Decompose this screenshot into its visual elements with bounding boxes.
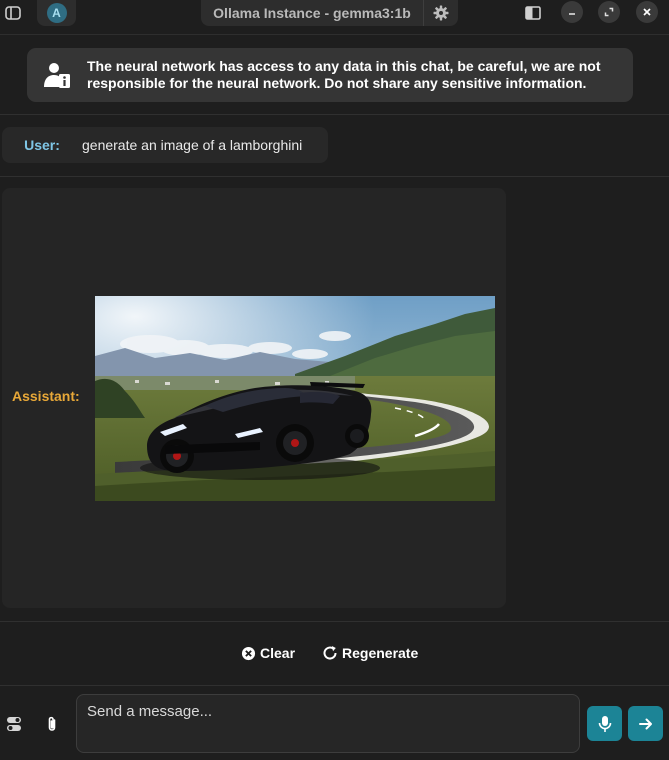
microphone-icon <box>598 715 611 732</box>
divider <box>0 114 669 115</box>
user-label: User: <box>24 137 60 153</box>
close-button[interactable] <box>636 1 658 23</box>
privacy-warning-banner: The neural network has access to any dat… <box>27 48 633 102</box>
clear-label: Clear <box>260 645 296 661</box>
title-pill: Ollama Instance - gemma3:1b <box>201 0 458 26</box>
minimize-button[interactable] <box>561 1 583 23</box>
minimize-icon <box>569 13 575 15</box>
toggles-icon <box>7 717 21 731</box>
settings-button[interactable] <box>424 0 458 26</box>
regenerate-label: Regenerate <box>342 645 419 661</box>
regenerate-button[interactable]: Regenerate <box>322 643 418 663</box>
panel-toggle-button[interactable] <box>520 0 546 26</box>
attach-button[interactable] <box>40 712 64 736</box>
user-message: User: generate an image of a lamborghini <box>2 127 328 163</box>
chat-window: A Ollama Instance - gemma3:1b The neural… <box>0 0 669 760</box>
avatar: A <box>46 3 67 23</box>
window-title: Ollama Instance - gemma3:1b <box>213 5 411 21</box>
message-input[interactable] <box>76 694 580 753</box>
sidebar-toggle-button[interactable] <box>0 0 26 26</box>
arrow-right-icon <box>638 718 652 729</box>
gear-icon <box>433 5 449 21</box>
restore-icon <box>604 7 614 17</box>
options-toggle-button[interactable] <box>2 712 26 736</box>
paperclip-icon <box>48 716 56 731</box>
assistant-message: Assistant: <box>2 188 506 608</box>
restore-button[interactable] <box>598 1 620 23</box>
user-info-icon <box>44 63 70 88</box>
divider <box>0 176 669 177</box>
send-button[interactable] <box>628 706 663 741</box>
banner-text: The neural network has access to any dat… <box>87 58 601 91</box>
close-icon <box>643 8 651 16</box>
user-message-text: generate an image of a lamborghini <box>82 137 303 153</box>
sidebar-toggle-icon <box>5 6 21 20</box>
voice-input-button[interactable] <box>587 706 622 741</box>
refresh-icon <box>323 646 337 660</box>
divider <box>0 621 669 622</box>
clear-icon <box>241 646 256 660</box>
message-composer <box>0 686 669 760</box>
banner-icon-wrap <box>27 48 87 102</box>
assistant-label: Assistant: <box>12 388 80 404</box>
panel-icon <box>525 6 541 20</box>
avatar-button[interactable]: A <box>37 0 76 26</box>
generated-lamborghini-image[interactable] <box>95 296 495 501</box>
clear-button[interactable]: Clear <box>241 643 295 663</box>
generated-image-art <box>95 296 495 501</box>
title-bar: A Ollama Instance - gemma3:1b <box>0 0 669 35</box>
